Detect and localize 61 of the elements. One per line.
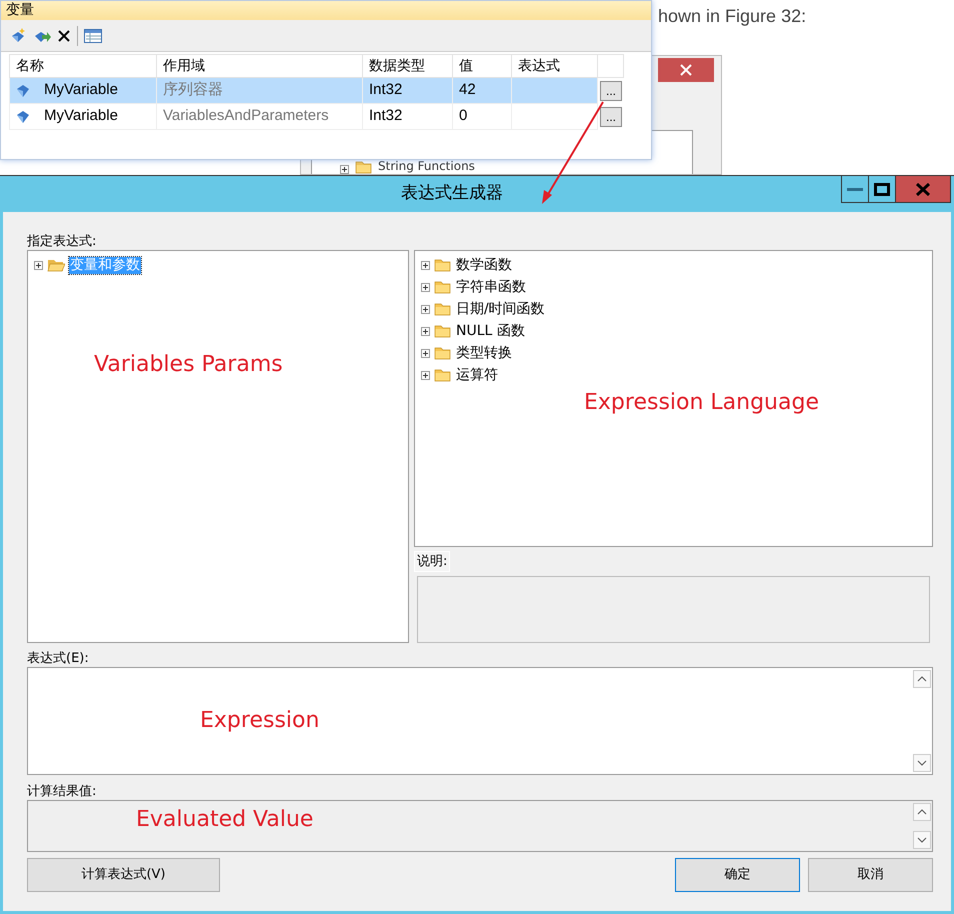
table-cell: 42 (452, 78, 512, 104)
section-label: 计算结果值: (27, 784, 98, 800)
tree-item[interactable]: 类型转换 (455, 344, 513, 362)
close-button[interactable] (896, 176, 950, 202)
panel-title: 变量 (1, 1, 651, 20)
expression-field[interactable]: Expression (27, 667, 933, 775)
scroll-up-button[interactable] (913, 670, 931, 688)
ellipsis-button[interactable]: ... (600, 106, 622, 126)
section-label: 表达式(E): (27, 651, 90, 667)
expand-icon[interactable] (421, 326, 430, 336)
close-button[interactable] (658, 58, 714, 82)
tree-item[interactable]: String Functions (378, 159, 475, 174)
column-header[interactable]: 作用域 (156, 54, 362, 78)
expand-icon[interactable] (340, 165, 349, 174)
expand-icon[interactable] (421, 282, 430, 292)
article-text: hown in Figure 32: (658, 5, 806, 28)
scroll-down-button[interactable] (913, 754, 931, 772)
expand-icon[interactable] (421, 370, 430, 380)
dialog-button[interactable]: 取消 (808, 858, 933, 892)
table-cell: 序列容器 (156, 78, 362, 104)
dialog-button[interactable]: 计算表达式(V) (27, 858, 220, 892)
annotation-text: Expression (200, 707, 320, 735)
expand-icon[interactable] (421, 304, 430, 314)
delete-icon[interactable] (57, 28, 71, 42)
tree-item[interactable]: NULL 函数 (455, 322, 526, 340)
expand-icon[interactable] (421, 260, 430, 270)
tree-item[interactable]: 字符串函数 (455, 278, 527, 296)
folder-icon (355, 160, 372, 174)
table-cell: VariablesAndParameters (156, 104, 362, 130)
variable-icon (16, 108, 30, 124)
dialog-title: 表达式生成器 (400, 182, 504, 206)
variable-name: MyVariable (44, 80, 118, 100)
dialog-button[interactable]: 确定 (675, 858, 800, 892)
scroll-up-button[interactable] (913, 803, 931, 821)
variable-name: MyVariable (44, 106, 118, 126)
expand-icon[interactable] (34, 260, 43, 270)
section-label: 指定表达式: (27, 234, 98, 250)
annotation-text: Variables Params (94, 351, 283, 379)
chevron-up-icon (917, 676, 927, 682)
close-icon (916, 182, 930, 196)
tree-item[interactable]: 运算符 (455, 366, 499, 384)
table-cell: Int32 (362, 78, 452, 104)
chevron-down-icon (917, 837, 927, 843)
scroll-down-button[interactable] (913, 831, 931, 849)
table-cell: Int32 (362, 104, 452, 130)
grid-options-icon[interactable] (84, 28, 102, 42)
tree-item[interactable]: 数学函数 (455, 256, 513, 274)
section-label: 说明: (414, 550, 450, 572)
chevron-down-icon (917, 760, 927, 766)
table-cell: 0 (452, 104, 512, 130)
variable-icon (16, 82, 30, 98)
annotation-text: Evaluated Value (136, 806, 314, 834)
minimize-icon (847, 187, 863, 191)
expand-icon[interactable] (421, 348, 430, 358)
ellipsis-button[interactable]: ... (600, 80, 622, 101)
chevron-up-icon (917, 809, 927, 815)
column-header[interactable]: 名称 (10, 54, 156, 78)
close-icon (680, 64, 692, 76)
tree-item[interactable]: 日期/时间函数 (455, 300, 546, 318)
maximize-icon (874, 182, 890, 196)
annotation-text: Expression Language (584, 389, 819, 417)
